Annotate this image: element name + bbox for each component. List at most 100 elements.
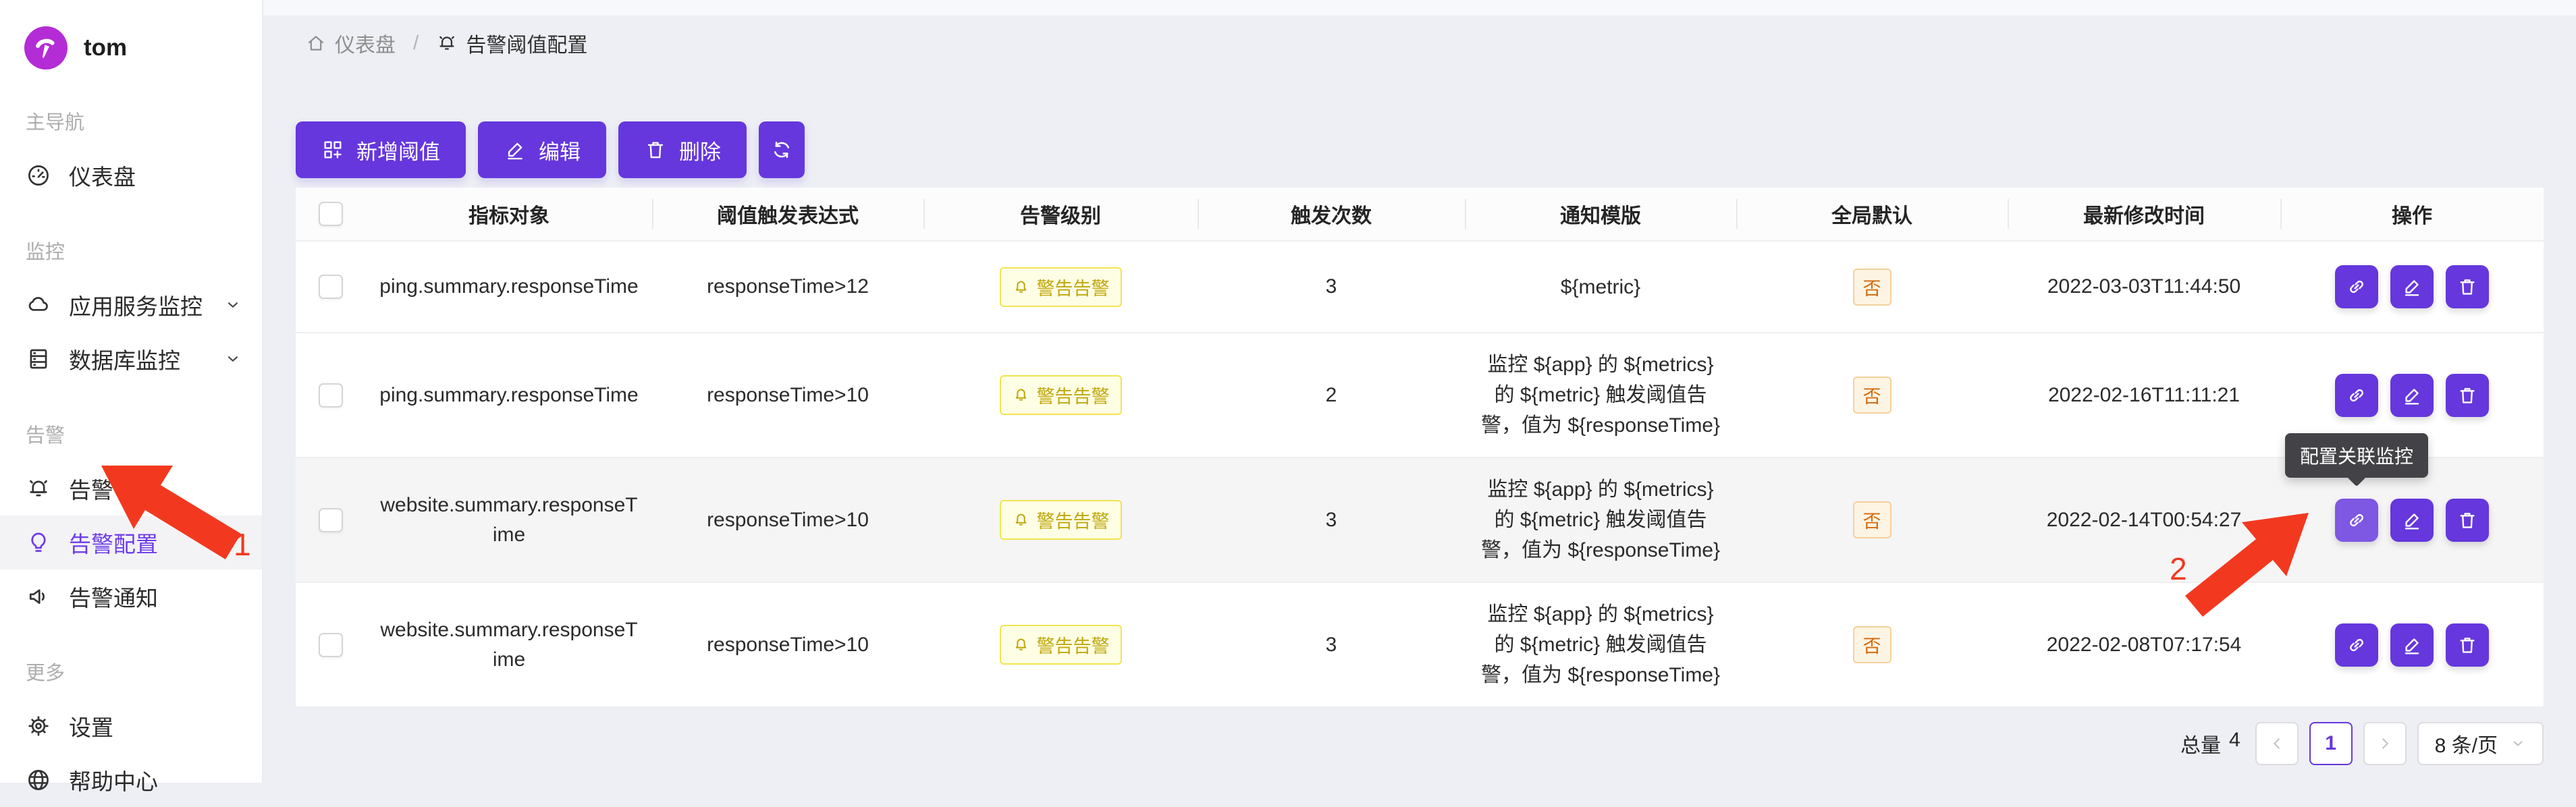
annotation-step-2: 2	[2170, 551, 2187, 587]
prev-page-button[interactable]	[2255, 722, 2299, 765]
edit-row-button[interactable]	[2390, 374, 2434, 417]
sidebar-item-label: 数据库监控	[69, 343, 180, 375]
sidebar-item-dashboard[interactable]: 仪表盘	[0, 148, 262, 202]
edit-row-button[interactable]	[2390, 499, 2434, 542]
no-tag: 否	[1853, 501, 1891, 538]
warning-level-tag: 警告告警	[1000, 375, 1122, 415]
global-default: 否	[1736, 583, 2008, 706]
metric-object: ping.summary.responseTime	[366, 242, 652, 332]
database-icon	[26, 346, 51, 372]
nav-group-main: 主导航	[0, 108, 262, 138]
breadcrumb-current-label: 告警阈值配置	[466, 28, 587, 58]
sidebar-item-alert-config[interactable]: 告警配置	[0, 516, 262, 569]
alert-level: 警告告警	[923, 242, 1198, 332]
alert-level: 警告告警	[923, 333, 1198, 457]
delete-row-button[interactable]	[2446, 623, 2489, 667]
chevron-right-icon	[2376, 735, 2394, 752]
delete-button[interactable]: 删除	[618, 121, 747, 178]
toolbar: 新增阈值 编辑 删除	[296, 121, 2544, 178]
chevron-left-icon	[2268, 735, 2286, 752]
delete-row-button[interactable]	[2446, 265, 2489, 308]
metric-object: website.summary.responseTime	[366, 583, 652, 706]
edit-icon	[2401, 385, 2423, 406]
alert-level: 警告告警	[923, 458, 1198, 582]
tooltip-configure-linked-monitor: 配置关联监控	[2285, 433, 2428, 478]
row-checkbox[interactable]	[319, 508, 343, 532]
link-monitor-button[interactable]	[2335, 499, 2378, 542]
trash-icon	[2457, 509, 2478, 531]
global-default: 否	[1736, 333, 2008, 457]
row-checkbox[interactable]	[319, 633, 343, 657]
sidebar-item-alert-notice[interactable]: 告警通知	[0, 569, 262, 623]
select-all-checkbox[interactable]	[319, 202, 343, 226]
breadcrumb-home[interactable]: 仪表盘	[305, 28, 396, 58]
dashboard-icon	[26, 163, 51, 188]
sidebar-item-label: 设置	[69, 710, 113, 742]
col-header-template: 通知模版	[1465, 188, 1736, 240]
threshold-table: 指标对象 阈值触发表达式 告警级别 触发次数 通知模版 全局默认 最新修改时间 …	[296, 188, 2544, 706]
logo-row: tom	[0, 23, 262, 73]
notify-template: 监控 ${app} 的 ${metrics} 的 ${metric} 触发阈值告…	[1465, 333, 1736, 457]
refresh-icon	[770, 138, 793, 161]
megaphone-icon	[26, 584, 51, 609]
no-tag: 否	[1853, 269, 1891, 306]
trigger-expression: responseTime>10	[652, 458, 923, 582]
link-monitor-button[interactable]	[2335, 623, 2378, 667]
row-checkbox[interactable]	[319, 275, 343, 299]
delete-row-button[interactable]	[2446, 499, 2489, 542]
bell-icon	[1012, 636, 1030, 654]
nav-group-alert: 告警	[0, 421, 262, 451]
sidebar-item-label: 仪表盘	[69, 159, 136, 192]
trash-icon	[2457, 385, 2478, 406]
link-icon	[2346, 276, 2367, 298]
col-header-expr: 阈值触发表达式	[652, 188, 923, 240]
total-count: 总量4	[2180, 729, 2240, 758]
row-checkbox[interactable]	[319, 383, 343, 408]
alert-level: 警告告警	[923, 583, 1198, 706]
annotation-step-1: 1	[234, 526, 251, 563]
sidebar-item-label: 告警中心	[69, 472, 158, 505]
page-1-button[interactable]: 1	[2309, 722, 2353, 765]
home-icon	[305, 32, 327, 54]
nav-group-monitor: 监控	[0, 238, 262, 267]
link-monitor-button[interactable]	[2335, 265, 2378, 308]
notify-template: ${metric}	[1465, 242, 1736, 332]
sidebar-item-database-monitor[interactable]: 数据库监控	[0, 332, 262, 386]
col-header-level: 告警级别	[923, 188, 1198, 240]
refresh-button[interactable]	[759, 121, 805, 178]
modified-time: 2022-02-08T07:17:54	[2008, 583, 2280, 706]
col-header-metric: 指标对象	[366, 188, 652, 240]
edit-button[interactable]: 编辑	[478, 121, 606, 178]
cloud-icon	[26, 292, 51, 318]
edit-icon	[504, 138, 527, 161]
bell-icon	[1012, 511, 1030, 529]
row-actions	[2280, 583, 2544, 706]
sidebar-item-label: 告警配置	[69, 526, 158, 559]
next-page-button[interactable]	[2363, 722, 2407, 765]
sidebar-item-help-center[interactable]: 帮助中心	[0, 753, 262, 807]
sidebar: tom 主导航 仪表盘 监控 应用服务监控 数据库监控	[0, 0, 263, 783]
link-monitor-button[interactable]	[2335, 374, 2378, 417]
sidebar-item-settings[interactable]: 设置	[0, 699, 262, 753]
no-tag: 否	[1853, 626, 1891, 663]
hertzbeat-logo-icon	[24, 26, 68, 69]
page-size-select[interactable]: 8 条/页	[2417, 722, 2544, 765]
globe-icon	[26, 767, 51, 793]
add-threshold-button[interactable]: 新增阈值	[296, 121, 466, 178]
delete-row-button[interactable]	[2446, 374, 2489, 417]
trigger-expression: responseTime>10	[652, 333, 923, 457]
warning-level-tag: 警告告警	[1000, 267, 1122, 307]
notify-template: 监控 ${app} 的 ${metrics} 的 ${metric} 触发阈值告…	[1465, 458, 1736, 582]
trigger-times: 2	[1198, 333, 1465, 457]
edit-row-button[interactable]	[2390, 265, 2434, 308]
bell-icon	[1012, 278, 1030, 296]
sidebar-item-alert-center[interactable]: 告警中心	[0, 462, 262, 516]
link-icon	[2346, 634, 2367, 656]
col-header-actions: 操作	[2280, 188, 2544, 240]
bell-icon	[1012, 386, 1030, 404]
edit-row-button[interactable]	[2390, 623, 2434, 667]
user-name: tom	[84, 34, 127, 61]
sidebar-item-app-service-monitor[interactable]: 应用服务监控	[0, 278, 262, 332]
trash-icon	[644, 138, 667, 161]
table-row: website.summary.responseTime responseTim…	[296, 582, 2544, 706]
